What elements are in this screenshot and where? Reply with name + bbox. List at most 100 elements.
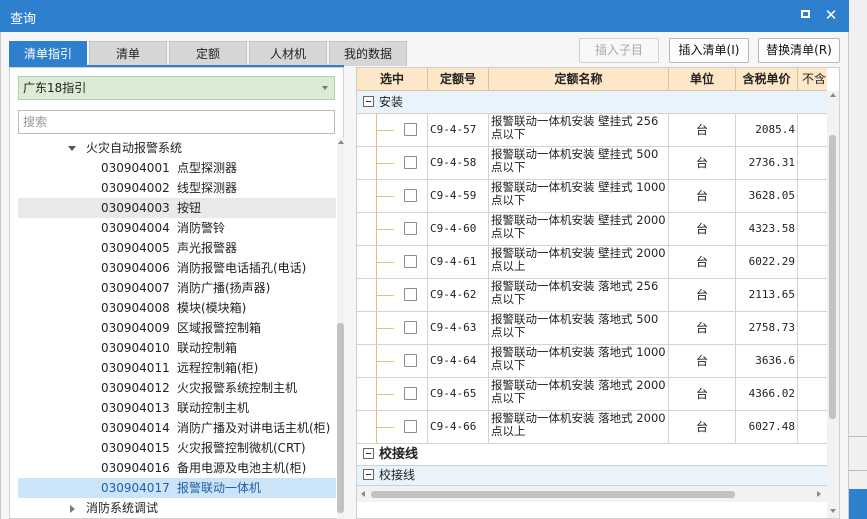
scrollbar-thumb[interactable] bbox=[371, 491, 735, 498]
row-checkbox[interactable] bbox=[404, 189, 417, 202]
tree-item-name: 报警联动一体机 bbox=[177, 481, 262, 495]
table-row[interactable]: C9-4-63 报警联动一体机安装 落地式 500点以下台 2758.73 bbox=[357, 312, 827, 345]
group-label: 校接线 bbox=[379, 468, 416, 482]
tab-label: 定额 bbox=[195, 47, 220, 61]
tree-scrollbar[interactable] bbox=[337, 138, 344, 519]
guide-select[interactable]: 广东18指引 bbox=[18, 76, 335, 100]
table-row[interactable]: C9-4-58 报警联动一体机安装 壁挂式 500点以下台 2736.31 bbox=[357, 147, 827, 180]
tab-label: 人材机 bbox=[269, 47, 306, 61]
quota-price: 2113.65 bbox=[736, 279, 798, 311]
tab-list[interactable]: 清单 bbox=[89, 41, 167, 66]
header-unit[interactable]: 单位 bbox=[669, 68, 736, 90]
table-row[interactable]: C9-4-61 报警联动一体机安装 壁挂式 2000点以上台 6022.29 bbox=[357, 246, 827, 279]
tree-item-name: 消防广播(扬声器) bbox=[177, 281, 271, 295]
tree-node-system-debug[interactable]: 消防系统调试 bbox=[58, 498, 336, 518]
row-checkbox[interactable] bbox=[404, 288, 417, 301]
tree-item[interactable]: 030904007 消防广播(扬声器) bbox=[18, 278, 336, 298]
row-checkbox[interactable] bbox=[404, 156, 417, 169]
row-checkbox[interactable] bbox=[404, 222, 417, 235]
search-input[interactable] bbox=[18, 110, 335, 134]
tree-node-fire-alarm[interactable]: 火灾自动报警系统 bbox=[58, 138, 336, 158]
tree-item[interactable]: 030904009 区域报警控制箱 bbox=[18, 318, 336, 338]
tree-item[interactable]: 030904005 声光报警器 bbox=[18, 238, 336, 258]
tree-item[interactable]: 030904003 按钮 bbox=[18, 198, 336, 218]
tree-item-code: 030904003 bbox=[101, 201, 170, 215]
subgroup-calibration[interactable]: 校接线 bbox=[357, 466, 827, 486]
tab-list-guide[interactable]: 清单指引 bbox=[9, 41, 87, 66]
row-checkbox[interactable] bbox=[404, 387, 417, 400]
tree-item[interactable]: 030904006 消防报警电话插孔(电话) bbox=[18, 258, 336, 278]
table-row[interactable]: C9-4-57 报警联动一体机安装 壁挂式 256点以下台 2085.4 bbox=[357, 114, 827, 147]
tree-item-name: 模块(模块箱) bbox=[177, 301, 247, 315]
insert-child-button[interactable]: 插入子目 bbox=[579, 38, 659, 63]
quota-price-no-tax bbox=[798, 312, 827, 344]
grid-horizontal-scrollbar[interactable] bbox=[357, 486, 827, 502]
table-row[interactable]: C9-4-65 报警联动一体机安装 落地式 2000点以下台 4366.02 bbox=[357, 378, 827, 411]
row-checkbox[interactable] bbox=[404, 354, 417, 367]
table-row[interactable]: C9-4-60 报警联动一体机安装 壁挂式 2000点以下台 4323.58 bbox=[357, 213, 827, 246]
tree-connector bbox=[376, 130, 394, 131]
expand-icon bbox=[68, 145, 76, 151]
quota-code: C9-4-65 bbox=[428, 378, 489, 410]
scrollbar-thumb[interactable] bbox=[829, 135, 836, 419]
quota-unit: 台 bbox=[669, 411, 736, 443]
background-divider bbox=[849, 436, 867, 437]
restore-button[interactable] bbox=[796, 6, 814, 24]
tab-quota[interactable]: 定额 bbox=[169, 41, 247, 66]
quota-unit: 台 bbox=[669, 246, 736, 278]
row-checkbox[interactable] bbox=[404, 321, 417, 334]
scroll-left-icon[interactable] bbox=[361, 491, 365, 497]
tree-item-code: 030904008 bbox=[101, 301, 170, 315]
tab-label: 清单 bbox=[115, 47, 140, 61]
tree-item[interactable]: 030904008 模块(模块箱) bbox=[18, 298, 336, 318]
quota-code: C9-4-60 bbox=[428, 213, 489, 245]
scroll-up-icon[interactable] bbox=[830, 93, 836, 97]
group-calibration[interactable]: 校接线 bbox=[357, 444, 827, 466]
header-price-no-tax[interactable]: 不含 bbox=[798, 68, 827, 90]
collapse-icon[interactable] bbox=[363, 96, 374, 107]
replace-list-button[interactable]: 替换清单(R) bbox=[758, 38, 840, 63]
tab-labor-material-machine[interactable]: 人材机 bbox=[249, 41, 327, 66]
tree-item-name: 消防广播及对讲电话主机(柜) bbox=[177, 421, 331, 435]
scroll-up-icon[interactable] bbox=[338, 140, 344, 144]
close-button[interactable]: ✕ bbox=[822, 6, 840, 24]
tree-item[interactable]: 030904001 点型探测器 bbox=[18, 158, 336, 178]
table-row[interactable]: C9-4-64 报警联动一体机安装 落地式 1000点以下台 3636.6 bbox=[357, 345, 827, 378]
header-select[interactable]: 选中 bbox=[357, 68, 428, 90]
row-checkbox[interactable] bbox=[404, 123, 417, 136]
table-row[interactable]: C9-4-66 报警联动一体机安装 落地式 2000点以上台 6027.48 bbox=[357, 411, 827, 444]
header-quota-name[interactable]: 定额名称 bbox=[489, 68, 669, 90]
quota-name: 报警联动一体机安装 壁挂式 1000点以下 bbox=[489, 180, 669, 212]
group-install[interactable]: 安装 bbox=[357, 91, 827, 114]
tree-item[interactable]: 030904013 联动控制主机 bbox=[18, 398, 336, 418]
quota-name: 报警联动一体机安装 壁挂式 2000点以上 bbox=[489, 246, 669, 278]
scrollbar-thumb[interactable] bbox=[337, 323, 344, 513]
tree-item[interactable]: 030904002 线型探测器 bbox=[18, 178, 336, 198]
quota-unit: 台 bbox=[669, 147, 736, 179]
header-quota-code[interactable]: 定额号 bbox=[428, 68, 489, 90]
row-checkbox[interactable] bbox=[404, 420, 417, 433]
header-price-tax[interactable]: 含税单价 bbox=[736, 68, 798, 90]
tree-item[interactable]: 030904011 远程控制箱(柜) bbox=[18, 358, 336, 378]
table-row[interactable]: C9-4-59 报警联动一体机安装 壁挂式 1000点以下台 3628.05 bbox=[357, 180, 827, 213]
insert-list-button[interactable]: 插入清单(I) bbox=[669, 38, 749, 63]
row-checkbox[interactable] bbox=[404, 255, 417, 268]
tree-item[interactable]: 030904012 火灾报警系统控制主机 bbox=[18, 378, 336, 398]
tree-item[interactable]: 030904015 火灾报警控制微机(CRT) bbox=[18, 438, 336, 458]
tree-item[interactable]: 030904016 备用电源及电池主机(柜) bbox=[18, 458, 336, 478]
tree-item[interactable]: 030904017 报警联动一体机 bbox=[18, 478, 336, 498]
collapse-icon[interactable] bbox=[363, 448, 374, 459]
quota-name: 报警联动一体机安装 落地式 1000点以下 bbox=[489, 345, 669, 377]
scroll-right-icon[interactable] bbox=[817, 491, 821, 497]
collapse-icon[interactable] bbox=[363, 469, 374, 480]
grid-vertical-scrollbar[interactable] bbox=[827, 91, 839, 518]
scroll-down-icon[interactable] bbox=[830, 509, 836, 513]
select-cell bbox=[357, 180, 428, 212]
table-row[interactable]: C9-4-62 报警联动一体机安装 落地式 256点以下台 2113.65 bbox=[357, 279, 827, 312]
tree-item[interactable]: 030904010 联动控制箱 bbox=[18, 338, 336, 358]
tree-item[interactable]: 030904004 消防警铃 bbox=[18, 218, 336, 238]
tab-my-data[interactable]: 我的数据 bbox=[329, 41, 407, 66]
tree-item-name: 区域报警控制箱 bbox=[177, 321, 262, 335]
background-window-edge bbox=[849, 0, 867, 519]
tree-item[interactable]: 030904014 消防广播及对讲电话主机(柜) bbox=[18, 418, 336, 438]
